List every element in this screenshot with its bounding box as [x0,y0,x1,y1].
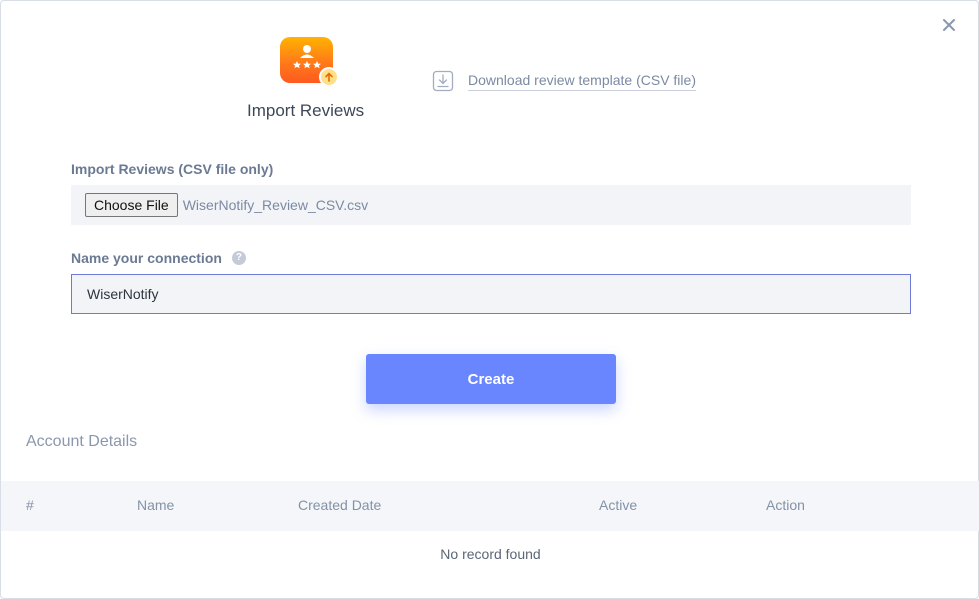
upload-badge-icon [319,67,339,87]
review-import-icon [280,37,339,87]
download-icon [432,70,454,92]
column-header-action: Action [766,497,805,513]
download-template-link[interactable]: Download review template (CSV file) [432,70,696,92]
connection-name-label-row: Name your connection ? [71,250,246,266]
column-header-name: Name [137,497,175,513]
table-header: # Name Created Date Active Action [1,481,979,531]
empty-table-message: No record found [440,546,541,562]
help-icon[interactable]: ? [231,251,246,265]
download-template-label[interactable]: Download review template (CSV file) [468,72,696,91]
choose-file-button[interactable]: Choose File [85,193,178,217]
file-picker: Choose File WiserNotify_Review_CSV.csv [71,185,911,225]
close-icon[interactable] [939,15,959,35]
connection-name-input[interactable] [71,274,911,314]
import-reviews-modal: Import Reviews Download review template … [0,0,979,599]
selected-file-name: WiserNotify_Review_CSV.csv [182,197,369,213]
column-header-active: Active [599,497,638,513]
column-header-number: # [26,497,34,513]
connection-name-label: Name your connection [71,250,222,266]
account-details-title: Account Details [26,433,138,450]
modal-title: Import Reviews [247,101,365,120]
csv-field-label: Import Reviews (CSV file only) [71,161,274,177]
column-header-created-date: Created Date [298,497,382,513]
create-button[interactable]: Create [366,354,616,404]
